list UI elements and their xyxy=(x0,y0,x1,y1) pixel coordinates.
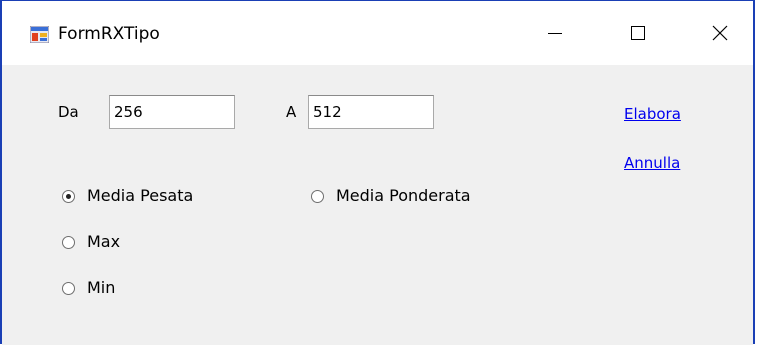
app-icon xyxy=(30,26,49,43)
elabora-link[interactable]: Elabora xyxy=(624,105,681,123)
radio-media-ponderata[interactable]: Media Ponderata xyxy=(311,185,471,207)
radio-circle[interactable] xyxy=(311,189,324,203)
window-title: FormRXTipo xyxy=(58,24,160,44)
from-input[interactable]: 256 xyxy=(109,95,235,129)
maximize-button[interactable] xyxy=(605,1,671,65)
form-window: FormRXTipo Da 256 A 512 Elabora Annulla xyxy=(0,0,755,345)
radio-circle[interactable] xyxy=(62,235,75,249)
radio-label-media-ponderata: Media Ponderata xyxy=(336,186,471,205)
minimize-icon xyxy=(548,33,562,34)
radio-label-media-pesata: Media Pesata xyxy=(87,186,194,205)
to-label: A xyxy=(286,103,297,121)
radio-max[interactable]: Max xyxy=(62,231,120,253)
maximize-icon xyxy=(631,26,645,40)
radio-media-pesata[interactable]: Media Pesata xyxy=(62,185,193,207)
to-input[interactable]: 512 xyxy=(308,95,434,129)
radio-label-max: Max xyxy=(87,232,121,251)
radio-min[interactable]: Min xyxy=(62,277,115,299)
annulla-link[interactable]: Annulla xyxy=(624,154,680,172)
radio-circle-checked[interactable] xyxy=(62,189,75,203)
form-client-area: Da 256 A 512 Elabora Annulla Media Pesat… xyxy=(2,65,753,345)
minimize-button[interactable] xyxy=(522,1,588,65)
close-icon xyxy=(712,25,728,41)
radio-circle[interactable] xyxy=(62,281,75,295)
title-bar[interactable]: FormRXTipo xyxy=(2,1,753,65)
radio-label-min: Min xyxy=(87,278,116,297)
from-label: Da xyxy=(58,103,79,121)
close-button[interactable] xyxy=(687,1,753,65)
